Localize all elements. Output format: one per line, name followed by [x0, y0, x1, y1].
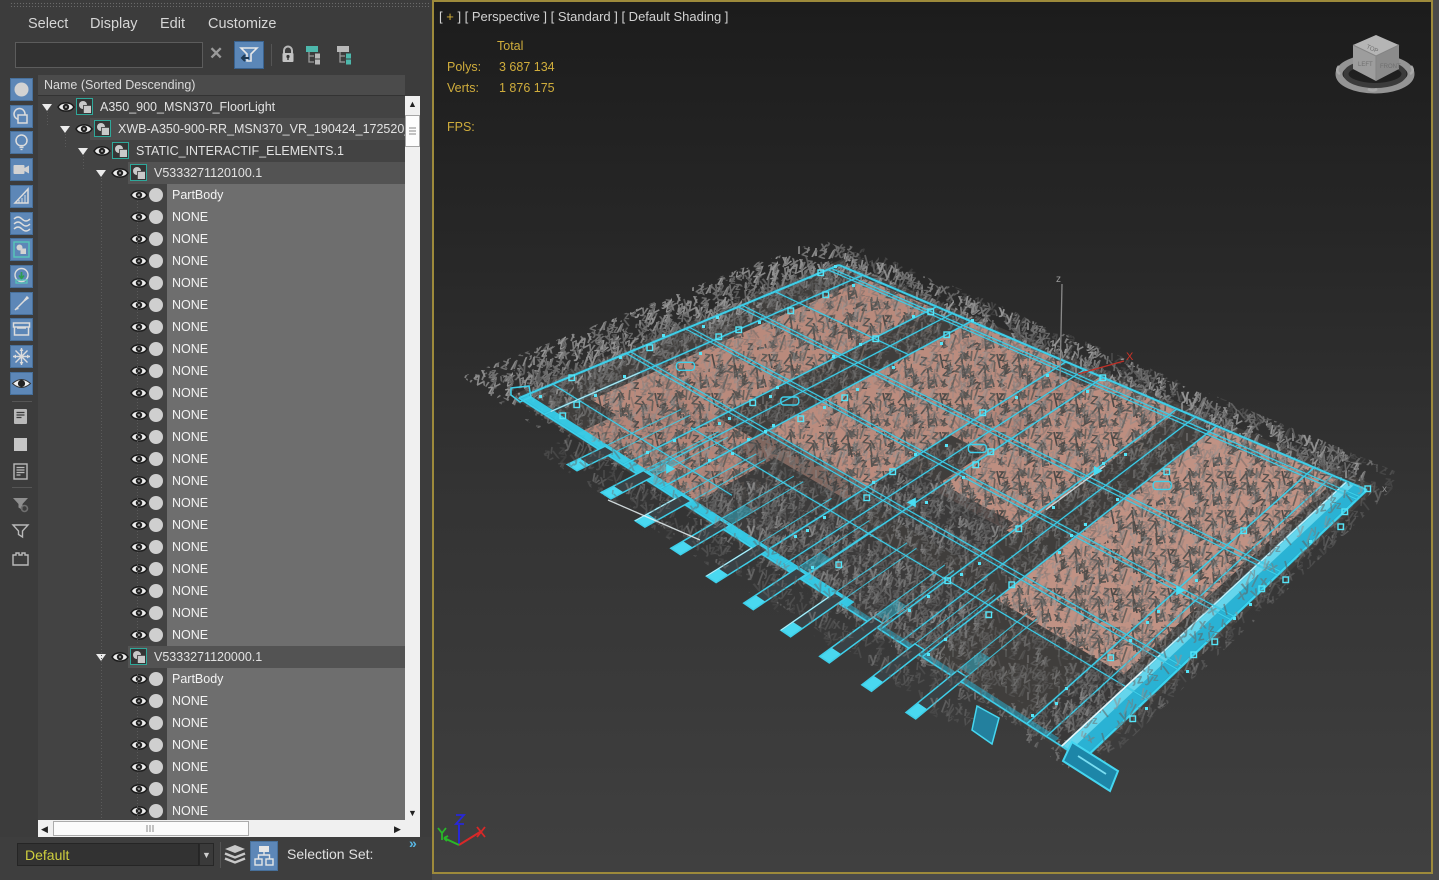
svg-text:LEFT: LEFT [1358, 62, 1373, 68]
svg-text:x: x [1382, 484, 1387, 495]
svg-text:X: X [1126, 351, 1134, 363]
svg-text:z: z [1056, 274, 1061, 285]
svg-text:FRONT: FRONT [1380, 64, 1401, 70]
